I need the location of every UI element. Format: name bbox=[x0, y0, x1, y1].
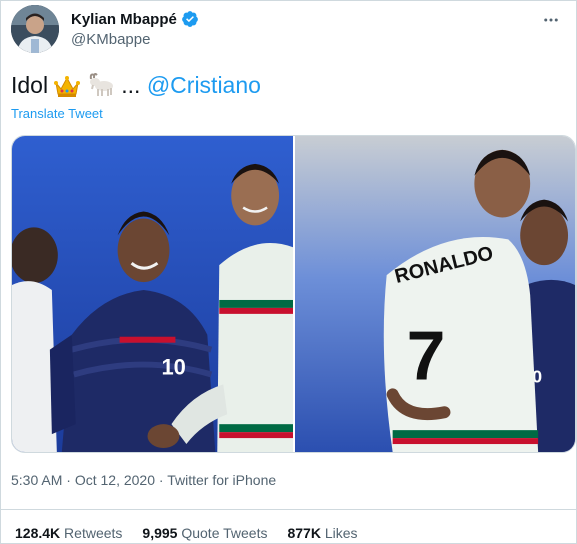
photo-2-jersey-number: 7 bbox=[407, 317, 446, 395]
tweet-card: Kylian Mbappé @KMbappe Idol ... @Cristia… bbox=[0, 0, 577, 544]
verified-badge-icon bbox=[181, 11, 198, 27]
retweets-count: 128.4K bbox=[15, 525, 61, 541]
photo-1-image: 10 bbox=[12, 136, 293, 452]
divider bbox=[1, 509, 576, 510]
quote-tweets-label: Quote Tweets bbox=[181, 525, 268, 541]
crown-emoji-icon bbox=[54, 75, 81, 103]
mention-link[interactable]: @Cristiano bbox=[147, 72, 261, 98]
likes-count: 877K bbox=[287, 525, 321, 541]
tweet-text-ellipsis: ... bbox=[121, 72, 141, 98]
media-grid: 10 RONALDO 7 bbox=[11, 135, 576, 453]
tweet-meta: 5:30 AM · Oct 12, 2020 · Twitter for iPh… bbox=[11, 472, 276, 488]
tweet-time[interactable]: 5:30 AM bbox=[11, 472, 62, 488]
tweet-date[interactable]: Oct 12, 2020 bbox=[75, 472, 155, 488]
tweet-stats: 128.4K Retweets 9,995 Quote Tweets 877K … bbox=[15, 525, 358, 541]
tweet-text: Idol ... @Cristiano bbox=[11, 71, 261, 103]
more-options-icon[interactable] bbox=[540, 9, 562, 31]
quote-tweets-count: 9,995 bbox=[142, 525, 178, 541]
author-name-row[interactable]: Kylian Mbappé bbox=[71, 9, 199, 29]
retweets-label: Retweets bbox=[64, 525, 123, 541]
tweet-text-prefix: Idol bbox=[11, 72, 49, 98]
translate-tweet-link[interactable]: Translate Tweet bbox=[11, 106, 103, 121]
photo-2-image: 10 RONALDO 7 bbox=[295, 136, 575, 452]
avatar-image bbox=[11, 5, 59, 53]
author-avatar[interactable] bbox=[11, 5, 59, 53]
photo-1-jersey-number: 10 bbox=[161, 355, 185, 380]
retweets-stat[interactable]: 128.4K Retweets bbox=[15, 525, 122, 541]
meta-separator: · bbox=[62, 472, 75, 488]
photo-1[interactable]: 10 bbox=[12, 136, 293, 452]
likes-label: Likes bbox=[324, 525, 358, 541]
author-info: Kylian Mbappé @KMbappe bbox=[71, 9, 199, 48]
likes-stat[interactable]: 877K Likes bbox=[287, 525, 357, 541]
goat-emoji-icon bbox=[87, 73, 115, 103]
tweet-source[interactable]: Twitter for iPhone bbox=[167, 472, 276, 488]
photo-2[interactable]: 10 RONALDO 7 bbox=[295, 136, 575, 452]
author-handle[interactable]: @KMbappe bbox=[71, 31, 199, 48]
author-display-name[interactable]: Kylian Mbappé bbox=[71, 11, 177, 28]
meta-separator: · bbox=[155, 472, 168, 488]
quote-tweets-stat[interactable]: 9,995 Quote Tweets bbox=[142, 525, 267, 541]
